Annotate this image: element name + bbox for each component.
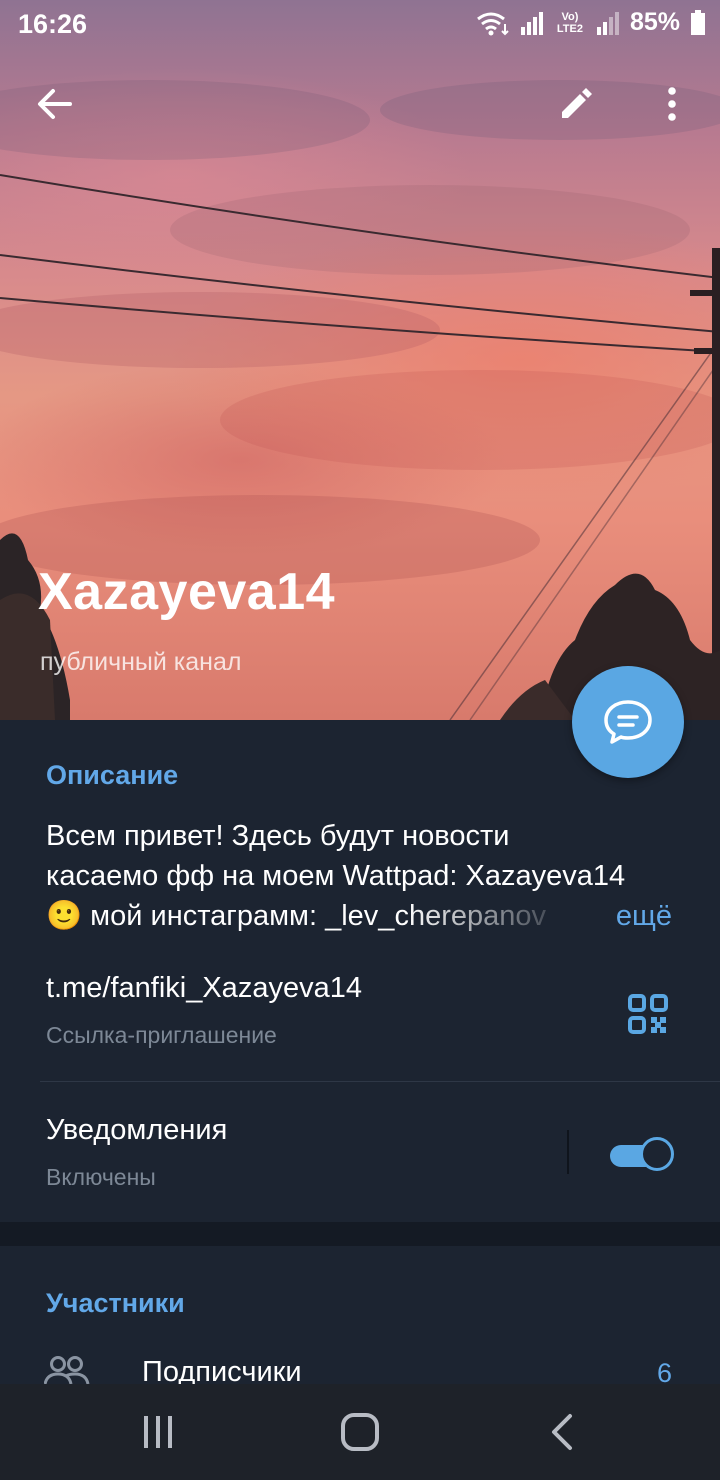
wifi-icon: [477, 12, 509, 35]
notifications-title: Уведомления: [46, 1114, 228, 1146]
vertical-separator: [567, 1130, 569, 1174]
open-chat-button[interactable]: [572, 666, 684, 778]
invite-link-label: Ссылка-приглашение: [46, 1022, 277, 1048]
signal-2-icon: [596, 11, 619, 35]
description-line-1: Всем привет! Здесь будут новости: [46, 820, 510, 852]
battery-percent: 85%: [629, 8, 680, 36]
invite-link-url[interactable]: t.me/fanfiki_Xazayeva14: [46, 972, 362, 1005]
description-title: Описание: [46, 760, 179, 790]
notifications-toggle[interactable]: [610, 1136, 678, 1172]
qr-code-icon[interactable]: [628, 994, 668, 1034]
recent-apps-icon: [144, 1416, 172, 1448]
chat-bubble-icon: [604, 700, 652, 744]
arrow-left-icon: [38, 89, 72, 119]
channel-type: публичный канал: [40, 648, 242, 676]
back-button[interactable]: [24, 74, 84, 134]
status-bar: 16:26 Vo) LTE2 85%: [0, 0, 720, 50]
home-button[interactable]: [330, 1410, 390, 1454]
notifications-status: Включены: [46, 1164, 156, 1190]
chevron-left-icon: [552, 1414, 572, 1450]
status-time: 16:26: [18, 9, 88, 39]
home-icon: [341, 1413, 379, 1451]
volte-lte-label: Vo) LTE2: [556, 10, 583, 35]
description-line-3: мой инстаграмм: _lev_cherepanov: [82, 900, 546, 932]
channel-description[interactable]: Всем привет! Здесь будут новости касаемо…: [46, 816, 686, 936]
battery-icon: [691, 9, 705, 35]
show-more-link[interactable]: ещё: [611, 896, 672, 936]
smile-emoji: 🙂: [46, 900, 83, 932]
signal-icon: [520, 11, 543, 35]
system-navigation-bar: [0, 1384, 720, 1480]
recent-apps-button[interactable]: [128, 1410, 188, 1454]
more-options-button[interactable]: [642, 74, 702, 134]
toggle-knob: [640, 1137, 674, 1171]
channel-name: Xazayeva14: [38, 563, 336, 621]
back-nav-button[interactable]: [532, 1410, 592, 1454]
channel-cover-photo[interactable]: 16:26 Vo) LTE2 85% Xazayeva14 публичный …: [0, 0, 720, 720]
edit-button[interactable]: [546, 74, 606, 134]
pencil-icon: [562, 88, 592, 118]
description-line-3-row: 🙂 мой инстаграмм: _lev_cherepanov ещё: [46, 896, 686, 936]
description-line-2: касаемо фф на моем Wattpad: Xazayeva14: [46, 860, 626, 892]
more-vertical-icon: [668, 87, 676, 121]
members-title: Участники: [46, 1288, 185, 1318]
people-icon: [44, 1356, 90, 1384]
divider: [40, 1081, 720, 1082]
section-gap: [0, 1222, 720, 1246]
status-icons: Vo) LTE2 85%: [476, 8, 706, 37]
